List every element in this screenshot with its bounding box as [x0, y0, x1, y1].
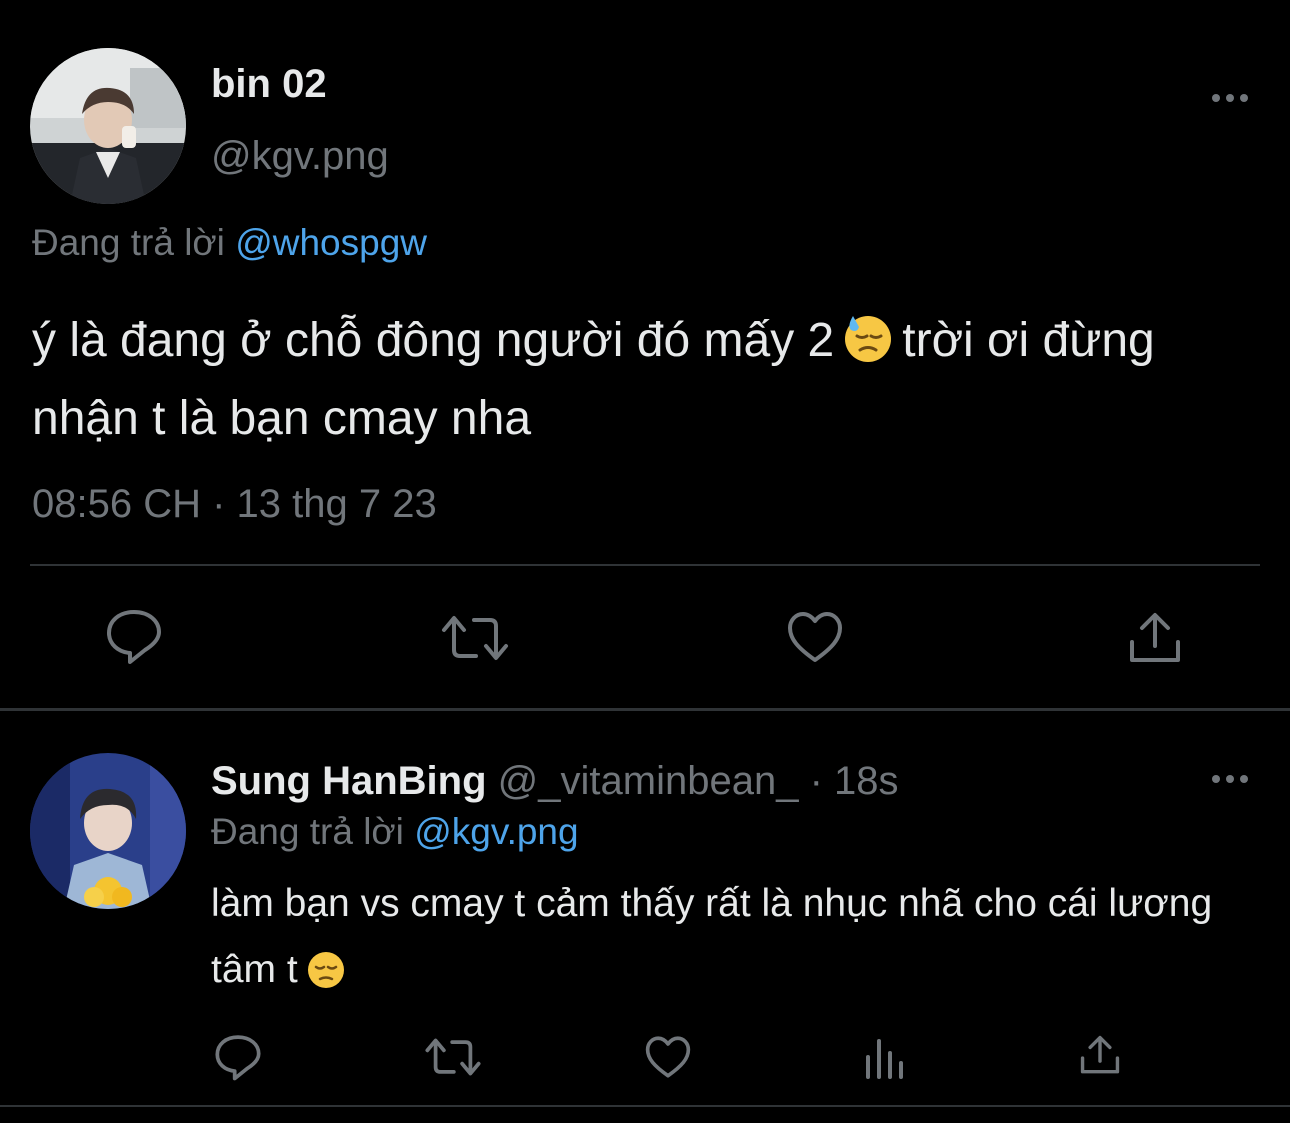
pensive-face-icon: [306, 945, 346, 1011]
tweet-time[interactable]: 18s: [834, 759, 899, 803]
share-icon[interactable]: [1126, 610, 1184, 666]
more-dot: [1226, 775, 1234, 783]
more-dot: [1240, 94, 1248, 102]
more-dot: [1240, 775, 1248, 783]
reply-icon[interactable]: [105, 608, 163, 664]
author-name[interactable]: bin 02: [211, 62, 327, 107]
reply-text-body: làm bạn vs cmay t cảm thấy rất là nhục n…: [211, 882, 1213, 991]
more-dot: [1212, 94, 1220, 102]
tweet-actions: [0, 608, 1290, 668]
tweet-text-part-1: ý là đang ở chỗ đông người đó mấy 2: [32, 314, 835, 367]
more-icon[interactable]: [1202, 78, 1258, 118]
separator-dot: ·: [809, 759, 823, 803]
more-dot: [1212, 775, 1220, 783]
reply-tweet[interactable]: Sung HanBing @_vitaminbean_ · 18s Đang t…: [0, 711, 1290, 1123]
like-icon[interactable]: [786, 610, 844, 664]
replying-to-label: Đang trả lời: [32, 222, 225, 263]
author-handle[interactable]: @kgv.png: [211, 134, 389, 179]
views-icon[interactable]: [864, 1037, 906, 1079]
avatar[interactable]: [30, 48, 186, 204]
divider: [30, 564, 1260, 566]
replying-to-context: Đang trả lời @whospgw: [32, 222, 427, 264]
tweet-actions: [0, 1031, 1290, 1087]
reply-header: Sung HanBing @_vitaminbean_ · 18s: [211, 759, 899, 804]
author-handle[interactable]: @_vitaminbean_: [498, 759, 799, 803]
retweet-icon[interactable]: [440, 612, 510, 664]
downcast-face-with-sweat-icon: [842, 312, 894, 384]
avatar[interactable]: [30, 753, 186, 909]
replying-to-context: Đang trả lời @kgv.png: [211, 811, 579, 853]
author-name[interactable]: Sung HanBing: [211, 759, 487, 803]
avatar-photo: [30, 753, 186, 909]
tweet-text: ý là đang ở chỗ đông người đó mấy 2 trời…: [32, 306, 1262, 454]
reply-icon[interactable]: [214, 1033, 262, 1081]
retweet-icon[interactable]: [424, 1035, 482, 1079]
more-icon[interactable]: [1202, 759, 1258, 799]
tweet-text: làm bạn vs cmay t cảm thấy rất là nhục n…: [211, 871, 1251, 1011]
replying-to-mention[interactable]: @kgv.png: [414, 811, 578, 852]
like-icon[interactable]: [644, 1035, 692, 1079]
main-tweet: bin 02 @kgv.png Đang trả lời @whospgw ý …: [0, 0, 1290, 708]
replying-to-label: Đang trả lời: [211, 811, 404, 852]
divider: [0, 1105, 1290, 1107]
more-dot: [1226, 94, 1234, 102]
replying-to-mention[interactable]: @whospgw: [235, 222, 427, 263]
share-icon[interactable]: [1078, 1033, 1122, 1077]
avatar-photo: [30, 48, 186, 204]
tweet-timestamp[interactable]: 08:56 CH · 13 thg 7 23: [32, 482, 437, 527]
